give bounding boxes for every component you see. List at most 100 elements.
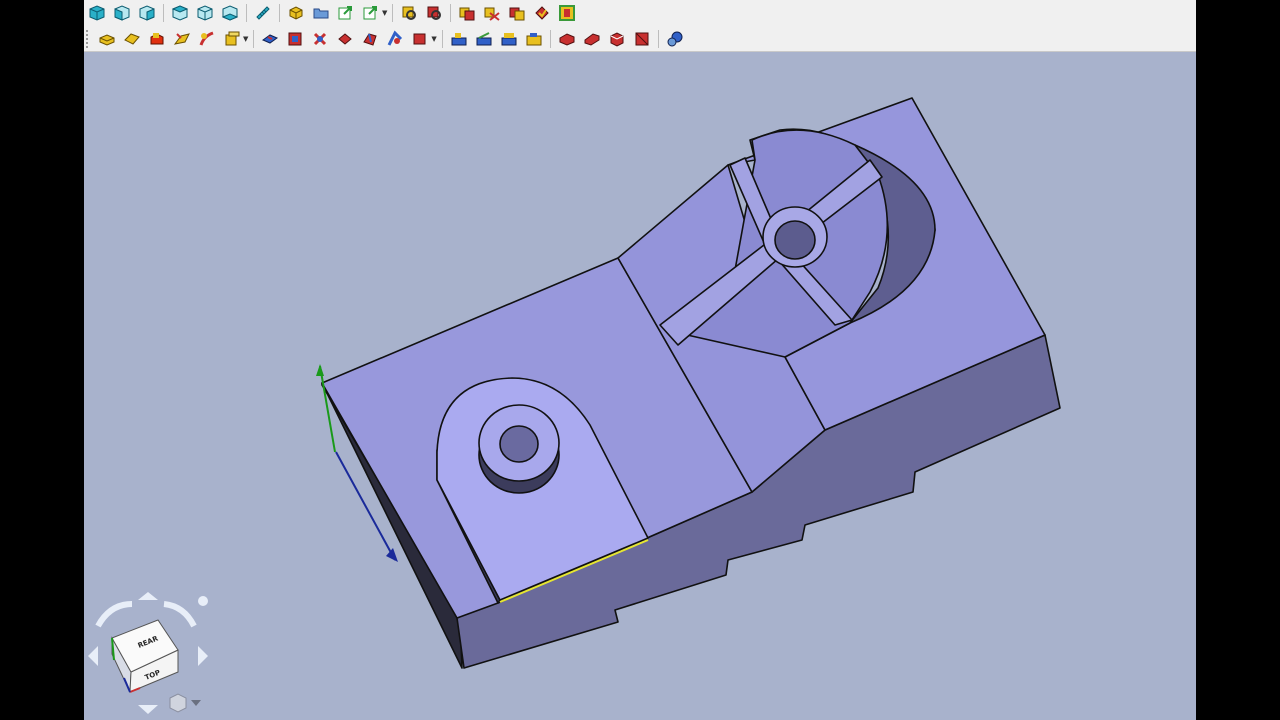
magnifier-red-icon (427, 6, 442, 20)
cut-button[interactable] (334, 28, 356, 50)
nav-menu-dot[interactable] (198, 596, 208, 606)
toolbar-separator (279, 4, 280, 22)
fuse-button[interactable] (359, 28, 381, 50)
measure-clear-icon (526, 32, 542, 45)
mirror-button[interactable] (146, 28, 168, 50)
measure-linear-icon (451, 32, 467, 45)
view-rear-button[interactable] (194, 2, 216, 24)
loft-button[interactable] (221, 28, 243, 50)
tool-f-button[interactable] (531, 2, 553, 24)
cube-bottom-icon (221, 5, 239, 21)
view-bottom-button[interactable] (219, 2, 241, 24)
thickness-icon (610, 31, 624, 47)
navigation-cube[interactable]: REAR TOP (84, 590, 214, 720)
cube-right-icon (171, 5, 189, 21)
sweep-button[interactable] (196, 28, 218, 50)
check-part-icon (459, 7, 475, 21)
view-isometric-button[interactable] (86, 2, 108, 24)
toolbar-views: ▼ (84, 0, 1196, 26)
nav-arrow-down[interactable] (138, 705, 158, 714)
cube-rear-icon (197, 5, 213, 21)
projection-icon (635, 32, 649, 45)
cube-isometric-icon (89, 5, 105, 21)
fillet-button[interactable] (171, 28, 193, 50)
create-part-button[interactable] (285, 2, 307, 24)
toolbar-separator (657, 29, 659, 48)
nav-view-menu-icon[interactable] (169, 693, 187, 713)
folder-icon (313, 8, 329, 19)
common-button[interactable] (384, 28, 406, 50)
link-dropdown-icon (363, 6, 377, 20)
common-icon (388, 29, 403, 46)
tool-e-button[interactable] (506, 2, 528, 24)
view-front-button[interactable] (111, 2, 133, 24)
boss-hole (774, 220, 816, 260)
boolean-icon (314, 32, 327, 45)
measure-refresh-button[interactable] (498, 28, 520, 50)
measure-clear-button[interactable] (523, 28, 545, 50)
chevron-down-icon[interactable]: ▼ (431, 35, 436, 43)
tool-d-button[interactable] (481, 2, 503, 24)
offset-button[interactable] (581, 28, 603, 50)
toolbar-separator (392, 4, 394, 22)
tool-c-button[interactable] (456, 2, 478, 24)
fuse-icon (363, 32, 378, 46)
green-frame-icon (559, 5, 576, 21)
create-group-button[interactable] (310, 2, 332, 24)
toolbar-separator (450, 4, 452, 22)
fillet-icon (173, 32, 190, 45)
nav-arrow-up[interactable] (138, 592, 158, 600)
nav-rotate-right-arrow[interactable] (163, 601, 197, 628)
lug-hole (499, 425, 539, 463)
tool-a-button[interactable] (398, 2, 420, 24)
axis-z-arrowhead (386, 548, 398, 562)
part-model[interactable] (84, 53, 1196, 720)
check-part-icon (535, 6, 550, 20)
projection-button[interactable] (631, 28, 653, 50)
compound-button[interactable] (259, 28, 281, 50)
part-icon (289, 6, 303, 20)
chevron-down-icon[interactable]: ▼ (243, 35, 248, 43)
extrude-button[interactable] (96, 28, 118, 50)
attach-icon (667, 31, 683, 46)
loft-icon (225, 31, 240, 45)
offset-icon (584, 32, 600, 46)
revolve-icon (124, 32, 140, 45)
shape-builder-button[interactable] (284, 28, 306, 50)
nav-arrow-left[interactable] (88, 646, 98, 666)
section-button[interactable] (409, 28, 431, 50)
revolve-button[interactable] (121, 28, 143, 50)
measure-angular-icon (476, 31, 492, 45)
3d-viewport[interactable] (84, 53, 1196, 720)
measure-angular-button[interactable] (473, 28, 495, 50)
extrude-icon (99, 33, 115, 46)
toolbar-separator (441, 29, 443, 48)
chevron-down-icon[interactable] (191, 700, 201, 706)
section-icon (413, 33, 426, 44)
chamfer-button[interactable] (556, 28, 578, 50)
measure-button[interactable] (252, 2, 274, 24)
boolean-button[interactable] (309, 28, 331, 50)
mirror-icon (150, 32, 164, 44)
check-part-icon (484, 7, 501, 21)
link-arrow-icon (338, 6, 352, 20)
attach-button[interactable] (664, 28, 686, 50)
chamfer-icon (559, 32, 575, 46)
link-button[interactable] (335, 2, 357, 24)
check-part-icon (509, 7, 525, 21)
tool-g-button[interactable] (556, 2, 578, 24)
ruler-icon (256, 6, 270, 20)
tool-b-button[interactable] (423, 2, 445, 24)
measure-linear-button[interactable] (448, 28, 470, 50)
nav-rotate-left-arrow[interactable] (95, 601, 133, 628)
thickness-button[interactable] (606, 28, 628, 50)
link-actions-button[interactable] (360, 2, 382, 24)
freecad-window: ▼ ▼ ▼ REAR TOP (84, 0, 1196, 720)
view-right-button[interactable] (169, 2, 191, 24)
magnifier-part-icon (402, 6, 417, 20)
view-top-button[interactable] (136, 2, 158, 24)
nav-arrow-right[interactable] (198, 646, 208, 666)
toolbar-grip[interactable] (86, 29, 92, 48)
axis-y-arrowhead (316, 364, 324, 376)
chevron-down-icon[interactable]: ▼ (382, 9, 387, 17)
